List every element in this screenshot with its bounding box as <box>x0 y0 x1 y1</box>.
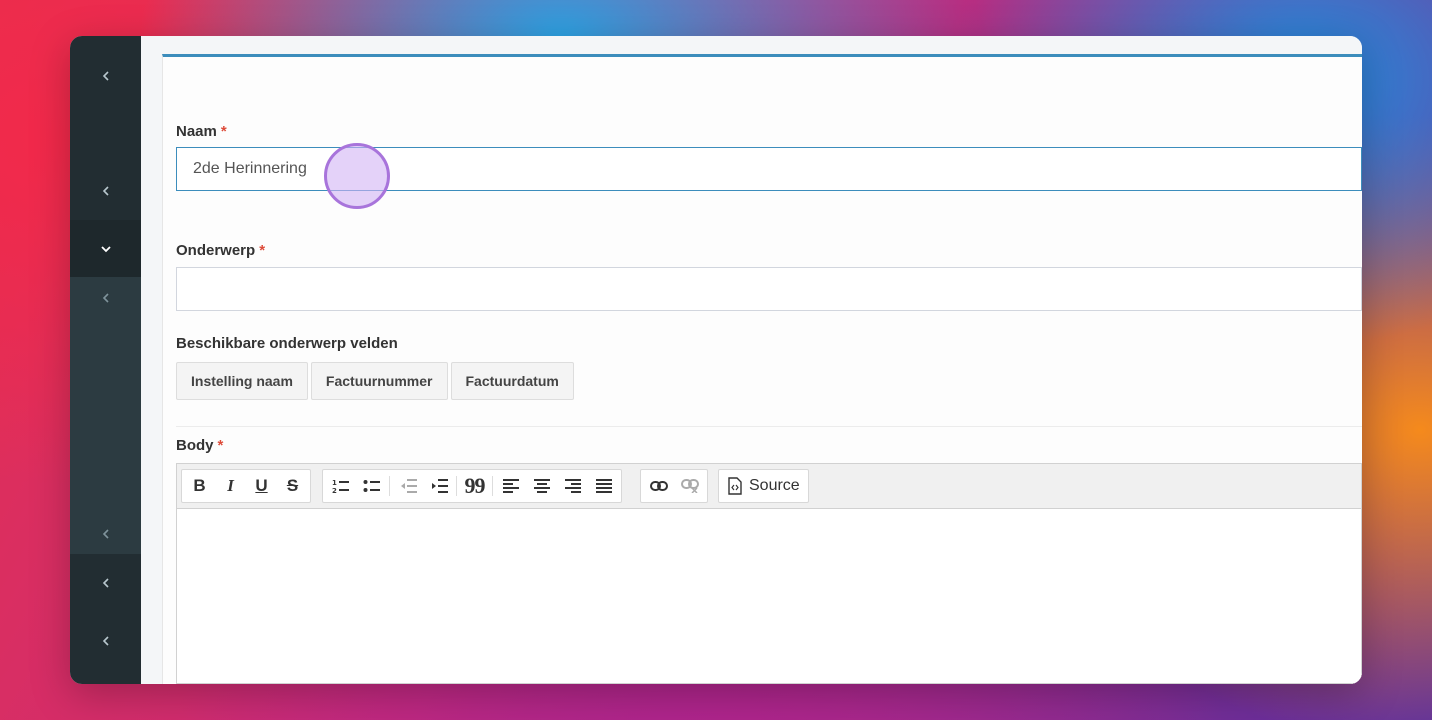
sidebar <box>70 36 141 684</box>
body-label: Body * <box>176 437 224 454</box>
bold-button[interactable]: B <box>184 471 215 501</box>
sidebar-submenu <box>70 277 141 554</box>
link-icon[interactable] <box>643 471 674 501</box>
source-icon <box>728 477 742 495</box>
align-center-icon[interactable] <box>526 471 557 501</box>
app-window: Naam * 2de Herinnering Onderwerp * Beschik… <box>70 36 1362 684</box>
separator <box>389 476 390 496</box>
underline-button[interactable]: U <box>246 471 277 501</box>
italic-button[interactable]: I <box>215 471 246 501</box>
sidebar-item-2[interactable] <box>70 173 141 209</box>
naam-input-value: 2de Herinnering <box>193 160 307 177</box>
chevron-left-icon <box>102 293 109 303</box>
align-right-icon[interactable] <box>557 471 588 501</box>
unlink-icon[interactable] <box>674 471 705 501</box>
field-chips: Instelling naam Factuurnummer Factuurdat… <box>176 362 574 400</box>
required-marker: * <box>259 242 266 259</box>
naam-label: Naam * <box>176 123 227 140</box>
align-left-icon[interactable] <box>495 471 526 501</box>
source-label: Source <box>749 477 800 494</box>
onderwerp-label: Onderwerp * <box>176 242 266 259</box>
main-content: Naam * 2de Herinnering Onderwerp * Beschik… <box>141 36 1362 684</box>
sidebar-subitem-1[interactable] <box>70 280 141 316</box>
chevron-left-icon <box>102 578 109 588</box>
cursor-highlight <box>324 143 390 209</box>
basic-styles-group: B I U S <box>181 469 311 503</box>
svg-text:2: 2 <box>332 487 337 494</box>
links-group <box>640 469 708 503</box>
bulleted-list-icon[interactable] <box>356 471 387 501</box>
sidebar-subitem-2[interactable] <box>70 516 141 552</box>
required-marker: * <box>217 437 224 454</box>
editor-content-area[interactable] <box>177 509 1361 683</box>
sidebar-item-4[interactable] <box>70 623 141 659</box>
available-fields-label: Beschikbare onderwerp velden <box>176 335 398 352</box>
paragraph-group: 12 99 <box>322 469 622 503</box>
rich-text-editor: B I U S 12 99 Source <box>176 463 1362 684</box>
source-button[interactable]: Source <box>721 477 806 495</box>
separator <box>492 476 493 496</box>
chevron-left-icon <box>102 636 109 646</box>
sidebar-item-active[interactable] <box>70 220 141 277</box>
svg-text:1: 1 <box>332 479 337 487</box>
blockquote-button[interactable]: 99 <box>459 471 490 501</box>
required-marker: * <box>220 123 227 140</box>
chip-factuurdatum[interactable]: Factuurdatum <box>450 362 574 400</box>
editor-toolbar: B I U S 12 99 Source <box>177 464 1361 509</box>
divider <box>176 426 1362 427</box>
chevron-left-icon <box>102 529 109 539</box>
chevron-left-icon <box>102 71 109 81</box>
numbered-list-icon[interactable]: 12 <box>325 471 356 501</box>
document-group: Source <box>718 469 809 503</box>
separator <box>456 476 457 496</box>
align-justify-icon[interactable] <box>588 471 619 501</box>
chevron-down-icon <box>100 245 111 252</box>
chip-factuurnummer[interactable]: Factuurnummer <box>310 362 448 400</box>
sidebar-item-3[interactable] <box>70 565 141 601</box>
chip-instelling-naam[interactable]: Instelling naam <box>176 362 308 400</box>
chevron-left-icon <box>102 186 109 196</box>
indent-icon[interactable] <box>423 471 454 501</box>
outdent-icon[interactable] <box>392 471 423 501</box>
sidebar-item-1[interactable] <box>70 58 141 94</box>
strikethrough-button[interactable]: S <box>277 471 308 501</box>
onderwerp-input[interactable] <box>176 267 1362 311</box>
